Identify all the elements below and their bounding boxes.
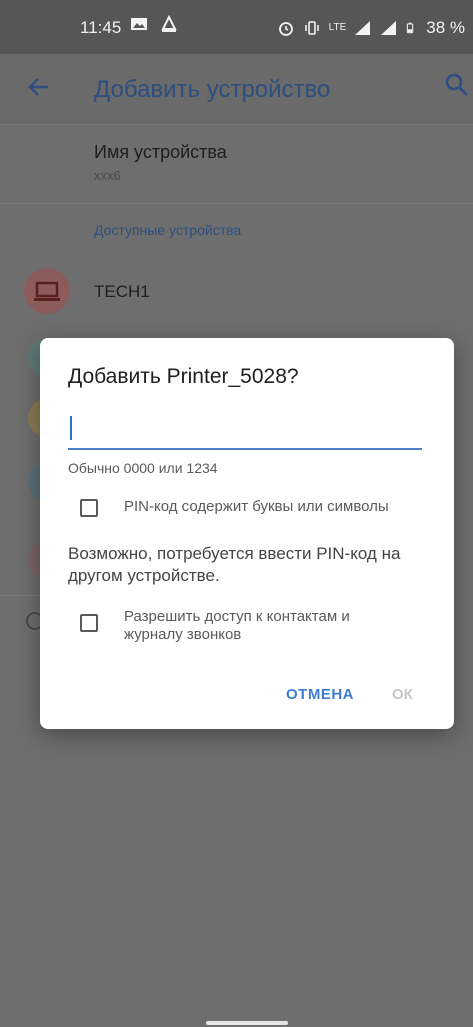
pin-input[interactable]: [68, 412, 422, 450]
device-avatar: [24, 268, 70, 314]
system-icons: LTE 38 %: [277, 18, 465, 38]
dialog-title: Добавить Printer_5028?: [68, 365, 299, 388]
image-notification-icon: [131, 18, 147, 30]
lte-icon: LTE: [328, 22, 347, 33]
laptop-icon: [34, 281, 60, 301]
contacts-access-checkbox[interactable]: [80, 614, 98, 632]
battery-icon: [407, 22, 414, 34]
pairing-dialog: Добавить Printer_5028? Обычно 0000 или 1…: [40, 338, 454, 729]
home-indicator[interactable]: [206, 1021, 288, 1025]
dialog-info-text: Возможно, потребуется ввести PIN-код на …: [68, 544, 401, 585]
text-cursor: [70, 416, 72, 440]
device-name-label: Имя устройства: [94, 142, 227, 162]
notification-icons: [130, 15, 178, 33]
cast-icon: [161, 15, 177, 32]
pin-hint: Обычно 0000 или 1234: [68, 460, 218, 476]
arrow-left-icon[interactable]: [26, 74, 52, 100]
status-bar: 11:45 LTE 38 %: [0, 0, 473, 54]
device-label: TECH1: [94, 282, 150, 301]
device-name-value: xxx6: [94, 168, 121, 183]
app-bar: Добавить устройство: [0, 54, 473, 125]
contacts-access-label: Разрешить доступ к контактам и журналу з…: [124, 608, 350, 643]
divider: [0, 203, 473, 204]
page-title: Добавить устройство: [94, 76, 331, 103]
alarm-icon: [278, 22, 293, 36]
vibrate-icon: [304, 21, 319, 35]
signal-icon: [355, 21, 371, 35]
alnum-pin-label: PIN-код содержит буквы или символы: [124, 498, 389, 515]
alnum-pin-checkbox[interactable]: [80, 499, 98, 517]
status-time: 11:45: [80, 18, 122, 37]
section-header: Доступные устройства: [94, 222, 242, 238]
battery-level: 38 %: [426, 18, 465, 37]
ok-button[interactable]: ОК: [392, 686, 413, 703]
signal-icon: [381, 21, 397, 35]
cancel-button[interactable]: ОТМЕНА: [286, 686, 354, 703]
divider: [0, 595, 40, 596]
search-icon[interactable]: [444, 72, 470, 98]
